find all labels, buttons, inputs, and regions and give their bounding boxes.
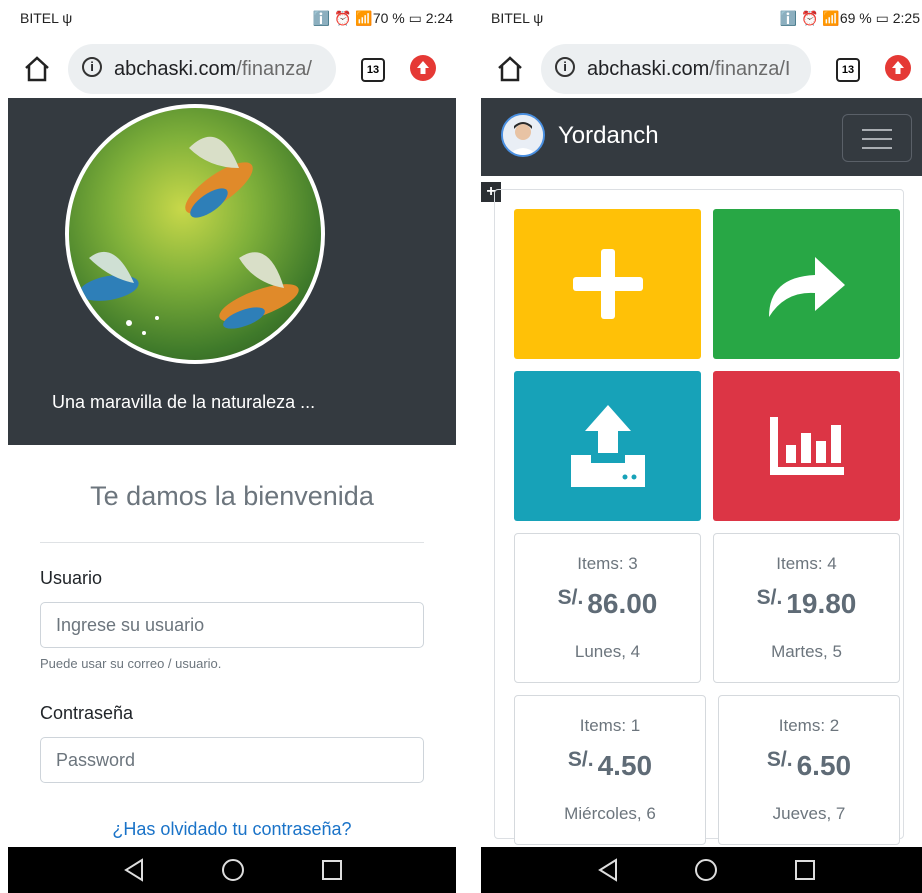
add-tile-button[interactable]: [514, 209, 701, 359]
items-count: Items: 1: [579, 716, 641, 735]
url-host: abchaski.com: [114, 58, 237, 80]
android-nav-bar: [8, 847, 456, 893]
carrier-label: BITEL ψ: [20, 10, 73, 26]
back-icon[interactable]: [122, 857, 146, 883]
currency-symbol: S/.: [557, 586, 584, 609]
username-input[interactable]: Ingrese su usuario: [40, 602, 424, 648]
avatar[interactable]: [501, 113, 545, 157]
hero-banner: Una maravilla de la naturaleza ...: [8, 98, 456, 445]
url-bar[interactable]: i abchaski.com/finanza/: [68, 44, 336, 94]
home-circle-icon[interactable]: [220, 857, 246, 883]
forgot-password-link[interactable]: ¿Has olvidado tu contraseña?: [8, 819, 456, 840]
share-arrow-icon: [768, 257, 845, 317]
url-bar[interactable]: i abchaski.com/finanza/I: [541, 44, 811, 94]
status-indicators: ℹ️ ⏰ 📶70 % ▭ 2:24: [312, 10, 453, 26]
stats-tile-button[interactable]: [713, 371, 900, 521]
login-card: Te damos la bienvenida Usuario Ingrese s…: [8, 445, 456, 850]
home-icon[interactable]: [495, 54, 525, 84]
app-navbar: Yordanch: [481, 98, 922, 176]
amount-value: 86.00: [587, 588, 658, 619]
carrier-label: BITEL ψ: [491, 10, 544, 26]
day-date: Jueves, 7: [772, 804, 846, 823]
username-help-text: Puede usar su correo / usuario.: [40, 656, 222, 671]
url-path: /finanza/: [236, 58, 312, 80]
status-bar: BITEL ψ ℹ️ ⏰ 📶70 % ▭ 2:24: [0, 0, 465, 38]
plus-icon: [572, 249, 643, 319]
info-icon[interactable]: i: [82, 57, 102, 77]
password-input[interactable]: Password: [40, 737, 424, 783]
welcome-title: Te damos la bienvenida: [90, 481, 374, 511]
home-icon[interactable]: [22, 54, 52, 84]
upload-tile-button[interactable]: [514, 371, 701, 521]
bar-chart-icon: [769, 417, 844, 475]
day-card[interactable]: Items: 3 S/. 86.00 Lunes, 4: [514, 533, 701, 683]
upload-icon: [570, 405, 645, 487]
day-date: Martes, 5: [771, 642, 842, 661]
update-icon[interactable]: [885, 55, 911, 81]
amount-value: 6.50: [796, 750, 852, 781]
info-icon[interactable]: i: [555, 57, 575, 77]
day-card[interactable]: Items: 1 S/. 4.50 Miércoles, 6: [514, 695, 706, 845]
currency-symbol: S/.: [756, 586, 783, 609]
android-nav-bar: [481, 847, 922, 893]
dashboard-panel: Items: 3 S/. 86.00 Lunes, 4 Items: 4 S/. 1…: [494, 189, 904, 845]
status-indicators: ℹ️ ⏰ 📶69 % ▭ 2:25: [779, 10, 920, 26]
tab-count-button[interactable]: 13: [836, 58, 860, 82]
day-amount: S/. 6.50: [719, 748, 899, 782]
username-label: Usuario: [40, 568, 103, 588]
day-amount: S/. 19.80: [714, 586, 899, 620]
currency-symbol: S/.: [567, 748, 594, 771]
update-icon[interactable]: [410, 55, 436, 81]
status-bar: BITEL ψ ℹ️ ⏰ 📶69 % ▭ 2:25: [481, 0, 922, 38]
amount-value: 19.80: [786, 588, 857, 619]
day-card[interactable]: Items: 2 S/. 6.50 Jueves, 7: [718, 695, 900, 845]
user-name: Yordanch: [558, 122, 659, 149]
recents-icon[interactable]: [793, 857, 817, 883]
phone-screen-login: BITEL ψ ℹ️ ⏰ 📶70 % ▭ 2:24 i abchaski.com…: [0, 0, 465, 893]
password-label: Contraseña: [40, 703, 134, 723]
amount-value: 4.50: [597, 750, 653, 781]
hamburger-menu-icon[interactable]: [842, 114, 912, 162]
hero-caption: Una maravilla de la naturaleza ...: [52, 392, 316, 412]
day-card[interactable]: Items: 4 S/. 19.80 Martes, 5: [713, 533, 900, 683]
recents-icon[interactable]: [320, 857, 344, 883]
divider: [40, 542, 424, 543]
day-amount: S/. 86.00: [515, 586, 700, 620]
browser-toolbar: i abchaski.com/finanza/I 13: [481, 42, 922, 98]
items-count: Items: 4: [776, 554, 837, 573]
phone-screen-dashboard: BITEL ψ ℹ️ ⏰ 📶69 % ▭ 2:25 i abchaski.com…: [481, 0, 922, 893]
share-tile-button[interactable]: [713, 209, 900, 359]
items-count: Items: 2: [778, 716, 840, 735]
day-amount: S/. 4.50: [515, 748, 705, 782]
url-host: abchaski.com: [587, 58, 710, 80]
day-date: Lunes, 4: [574, 642, 641, 661]
kingfisher-photo: [65, 104, 325, 364]
home-circle-icon[interactable]: [693, 857, 719, 883]
day-date: Miércoles, 6: [564, 804, 656, 823]
tab-count-button[interactable]: 13: [361, 58, 385, 82]
currency-symbol: S/.: [766, 748, 793, 771]
url-path: /finanza/I: [709, 58, 791, 80]
items-count: Items: 3: [577, 554, 638, 573]
back-icon[interactable]: [596, 857, 620, 883]
browser-toolbar: i abchaski.com/finanza/ 13: [0, 42, 465, 98]
